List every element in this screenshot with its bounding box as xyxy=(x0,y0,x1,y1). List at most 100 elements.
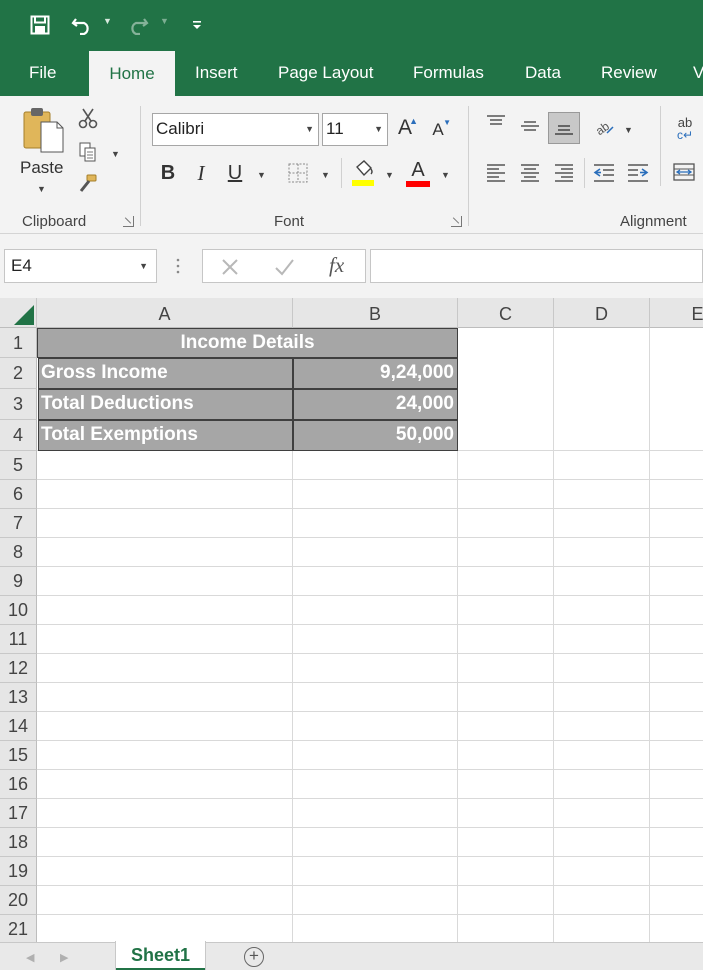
copy-icon[interactable] xyxy=(76,140,100,164)
tab-insert[interactable]: Insert xyxy=(195,50,238,96)
new-sheet-icon[interactable]: + xyxy=(244,947,264,967)
row-header-16[interactable]: 16 xyxy=(0,770,37,799)
orientation-icon[interactable]: ab xyxy=(592,114,616,138)
formula-input[interactable] xyxy=(370,249,703,283)
row-header-13[interactable]: 13 xyxy=(0,683,37,712)
row-header-17[interactable]: 17 xyxy=(0,799,37,828)
column-header-c[interactable]: C xyxy=(458,298,554,328)
align-right-icon[interactable] xyxy=(552,162,576,184)
align-left-icon[interactable] xyxy=(484,162,508,184)
cut-icon[interactable] xyxy=(76,106,100,130)
row-header-15[interactable]: 15 xyxy=(0,741,37,770)
cell-b4[interactable]: 50,000 xyxy=(293,420,458,451)
name-box[interactable]: E4 ▼ xyxy=(4,249,157,283)
decrease-indent-icon[interactable] xyxy=(592,162,616,184)
top-align-icon[interactable] xyxy=(484,112,508,132)
increase-font-size-button[interactable]: A ▲ xyxy=(394,114,418,142)
row-header-20[interactable]: 20 xyxy=(0,886,37,915)
worksheet-grid[interactable]: A B C D E 1 2 3 4 5 6 7 8 9 10 11 12 13 14 15 16 17 18 19 2… xyxy=(0,298,703,942)
title-bar: ▼ ▼ xyxy=(0,0,703,50)
cell-a3[interactable]: Total Deductions xyxy=(38,389,293,420)
italic-button[interactable]: I xyxy=(191,160,211,186)
borders-icon[interactable] xyxy=(287,162,309,184)
gridline xyxy=(37,624,703,625)
sheet-tab-sheet1[interactable]: Sheet1 xyxy=(116,941,205,970)
row-header-12[interactable]: 12 xyxy=(0,654,37,683)
scroll-right-icon[interactable]: ▶ xyxy=(60,951,68,964)
row-header-11[interactable]: 11 xyxy=(0,625,37,654)
row-header-18[interactable]: 18 xyxy=(0,828,37,857)
select-all-button[interactable] xyxy=(0,298,37,328)
tab-view[interactable]: V xyxy=(693,50,703,96)
cell-a2[interactable]: Gross Income xyxy=(38,358,293,389)
undo-dropdown-icon[interactable]: ▼ xyxy=(103,16,112,26)
row-header-5[interactable]: 5 xyxy=(0,451,37,480)
scroll-left-icon[interactable]: ◀ xyxy=(26,951,34,964)
paste-dropdown-icon[interactable]: ▼ xyxy=(37,184,46,194)
row-header-7[interactable]: 7 xyxy=(0,509,37,538)
increase-indent-icon[interactable] xyxy=(626,162,650,184)
redo-dropdown-icon[interactable]: ▼ xyxy=(160,16,169,26)
middle-align-icon[interactable] xyxy=(518,116,542,136)
column-header-d[interactable]: D xyxy=(554,298,650,328)
cell-a4[interactable]: Total Exemptions xyxy=(38,420,293,451)
row-header-9[interactable]: 9 xyxy=(0,567,37,596)
cell-b2[interactable]: 9,24,000 xyxy=(293,358,458,389)
table-title-cell[interactable]: Income Details xyxy=(37,328,458,358)
font-color-dropdown-icon[interactable]: ▼ xyxy=(441,170,450,180)
font-color-button[interactable]: A xyxy=(405,158,431,188)
bottom-align-icon[interactable] xyxy=(548,112,580,144)
decrease-font-size-button[interactable]: A ▼ xyxy=(428,116,451,144)
undo-icon[interactable] xyxy=(68,10,96,40)
bold-button[interactable]: B xyxy=(157,160,179,186)
cell-b3[interactable]: 24,000 xyxy=(293,389,458,420)
wrap-text-button[interactable]: ab c↵ xyxy=(672,114,698,142)
format-painter-icon[interactable] xyxy=(76,172,100,196)
tab-review[interactable]: Review xyxy=(601,50,657,96)
fill-color-dropdown-icon[interactable]: ▼ xyxy=(385,170,394,180)
gridline xyxy=(37,740,703,741)
tab-home[interactable]: Home xyxy=(89,51,175,96)
clipboard-dialog-launcher-icon[interactable] xyxy=(123,216,134,227)
row-header-8[interactable]: 8 xyxy=(0,538,37,567)
formula-bar-splitter-icon[interactable] xyxy=(176,257,180,275)
column-header-a[interactable]: A xyxy=(37,298,293,328)
row-header-10[interactable]: 10 xyxy=(0,596,37,625)
alignment-group-label: Alignment xyxy=(620,213,687,230)
orientation-dropdown-icon[interactable]: ▼ xyxy=(624,125,633,135)
row-header-2[interactable]: 2 xyxy=(0,358,37,389)
underline-button[interactable]: U xyxy=(224,160,246,186)
insert-function-button[interactable]: fx xyxy=(329,253,344,278)
tab-file[interactable]: File xyxy=(29,50,56,96)
row-header-4[interactable]: 4 xyxy=(0,420,37,451)
align-center-icon[interactable] xyxy=(518,162,542,184)
column-header-b[interactable]: B xyxy=(293,298,458,328)
copy-dropdown-icon[interactable]: ▼ xyxy=(111,149,120,159)
enter-icon[interactable] xyxy=(273,256,295,278)
borders-dropdown-icon[interactable]: ▼ xyxy=(321,170,330,180)
tab-page-layout[interactable]: Page Layout xyxy=(278,50,373,96)
underline-dropdown-icon[interactable]: ▼ xyxy=(257,170,266,180)
save-icon[interactable] xyxy=(26,10,54,40)
row-header-6[interactable]: 6 xyxy=(0,480,37,509)
font-dialog-launcher-icon[interactable] xyxy=(451,216,462,227)
group-separator xyxy=(584,158,585,188)
column-header-e[interactable]: E xyxy=(650,298,703,328)
cancel-icon[interactable] xyxy=(219,256,241,278)
row-header-21[interactable]: 21 xyxy=(0,915,37,942)
redo-icon[interactable] xyxy=(124,10,152,40)
row-header-19[interactable]: 19 xyxy=(0,857,37,886)
customize-toolbar-icon[interactable] xyxy=(188,10,206,40)
paste-icon[interactable] xyxy=(20,106,66,154)
merge-center-icon[interactable] xyxy=(672,160,696,184)
row-header-3[interactable]: 3 xyxy=(0,389,37,420)
tab-formulas[interactable]: Formulas xyxy=(413,50,484,96)
ribbon: Paste ▼ ▼ Clipboard Calibri ▼ 11 ▼ A ▲ A ▼… xyxy=(0,96,703,234)
tab-data[interactable]: Data xyxy=(525,50,561,96)
font-size-select[interactable]: 11 ▼ xyxy=(322,113,388,146)
paste-button-label[interactable]: Paste xyxy=(20,158,63,178)
font-name-select[interactable]: Calibri ▼ xyxy=(152,113,319,146)
row-header-14[interactable]: 14 xyxy=(0,712,37,741)
row-header-1[interactable]: 1 xyxy=(0,328,37,358)
fill-color-icon[interactable] xyxy=(350,158,376,188)
